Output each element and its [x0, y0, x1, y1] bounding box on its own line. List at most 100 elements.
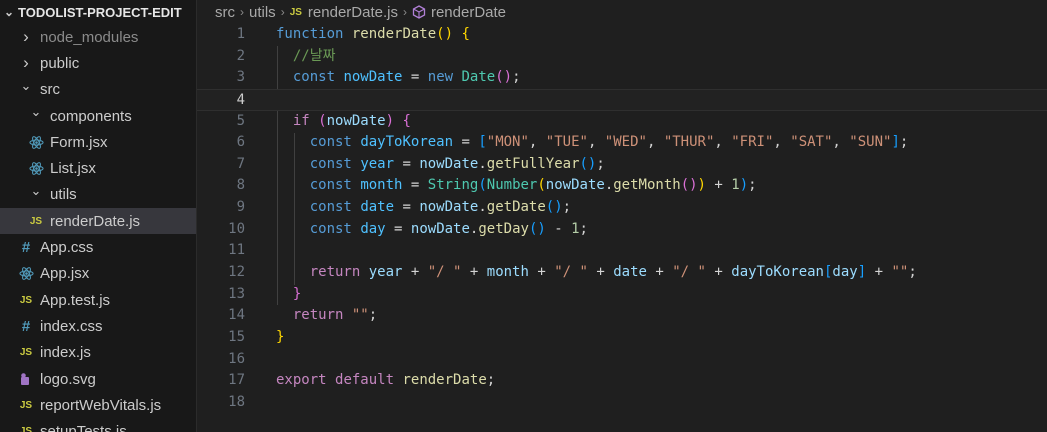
code-token: (: [478, 177, 487, 194]
line-text: }: [276, 284, 301, 306]
code-token: +: [705, 264, 732, 281]
code-area[interactable]: 1 function renderDate() {2 //날짜 3 const no…: [197, 24, 1047, 414]
code-line[interactable]: 13 }: [197, 284, 1047, 306]
project-header[interactable]: ⌄ TODOLIST-PROJECT-EDIT: [0, 0, 196, 24]
line-text: if (nowDate) {: [276, 111, 411, 133]
js-file-icon: JS: [19, 294, 33, 306]
line-number: 5: [236, 112, 245, 129]
react-file-icon: [18, 266, 34, 281]
line-text: const month = String(Number(nowDate.getM…: [276, 175, 757, 197]
code-token: ): [739, 177, 749, 194]
code-line[interactable]: 7 const year = nowDate.getFullYear();: [197, 154, 1047, 176]
line-number: 17: [228, 372, 245, 389]
code-line[interactable]: 4: [197, 88, 1047, 111]
js-file-icon: JS: [29, 215, 43, 227]
css-file-icon: #: [21, 317, 31, 335]
breadcrumb-utils[interactable]: utils: [249, 4, 276, 21]
code-line[interactable]: 9 const date = nowDate.getDate();: [197, 197, 1047, 219]
code-token: const: [309, 155, 352, 172]
tree-folder[interactable]: ⌄ src: [0, 77, 196, 103]
code-line[interactable]: 18: [197, 392, 1047, 414]
code-token: +: [646, 264, 673, 281]
code-token: const: [309, 177, 352, 194]
code-line[interactable]: 15}: [197, 327, 1047, 349]
tree-item-label: components: [50, 107, 132, 125]
code-token: (): [545, 199, 563, 216]
line-number: 6: [236, 134, 245, 151]
code-token: }: [276, 328, 285, 345]
code-line[interactable]: 10 const day = nowDate.getDay() - 1;: [197, 219, 1047, 241]
tree-folder[interactable]: ⌄ utils: [0, 182, 196, 208]
breadcrumb-file[interactable]: renderDate.js: [308, 4, 398, 21]
code-token: ;: [596, 155, 605, 172]
react-file-icon: [28, 161, 44, 176]
code-token: nowDate: [419, 155, 479, 172]
chevron-down-icon: ⌄: [30, 104, 42, 120]
code-token: ;: [562, 199, 572, 216]
code-token: nowDate: [545, 177, 605, 194]
line-number: 13: [228, 285, 245, 302]
tree-file[interactable]: JS renderDate.js: [0, 208, 196, 235]
line-number: 7: [236, 155, 245, 172]
code-token: "/ ": [427, 264, 462, 281]
code-line[interactable]: 16: [197, 349, 1047, 371]
tree-file[interactable]: logo.svg: [0, 366, 196, 392]
chevron-right-icon: ›: [280, 5, 285, 19]
code-token: (): [436, 26, 454, 42]
code-token: ,: [832, 134, 850, 151]
code-token: "THUR": [663, 134, 715, 151]
code-line[interactable]: 14 return "";: [197, 305, 1047, 327]
code-token: +: [705, 177, 732, 194]
code-line[interactable]: 11: [197, 240, 1047, 262]
code-line[interactable]: 12 return year + "/ " + month + "/ " + d…: [197, 262, 1047, 284]
code-token: =: [394, 155, 420, 172]
code-token: nowDate: [419, 199, 479, 216]
breadcrumb-symbol[interactable]: renderDate: [431, 4, 506, 21]
tree-file[interactable]: JS App.test.js: [0, 287, 196, 313]
tree-file[interactable]: Form.jsx: [0, 129, 196, 155]
code-token: (): [495, 69, 513, 86]
breadcrumb-src[interactable]: src: [215, 4, 235, 21]
code-token: new: [427, 69, 454, 86]
explorer-sidebar: ⌄ TODOLIST-PROJECT-EDIT › node_modules › pu…: [0, 0, 197, 432]
tree-file[interactable]: # App.css: [0, 234, 196, 260]
code-token: ;: [486, 372, 496, 389]
code-line[interactable]: 1 function renderDate() {: [197, 24, 1047, 46]
tree-file[interactable]: JS index.js: [0, 340, 196, 366]
code-line[interactable]: 17 export default renderDate;: [197, 370, 1047, 392]
code-token: dayToKorean: [731, 264, 824, 281]
tree-item-label: reportWebVitals.js: [40, 396, 162, 414]
code-line[interactable]: 2 //날짜: [197, 46, 1047, 68]
code-token: ;: [579, 220, 588, 237]
code-line[interactable]: 5 if (nowDate) {: [197, 111, 1047, 133]
code-line[interactable]: 8 const month = String(Number(nowDate.ge…: [197, 175, 1047, 197]
line-text: const day = nowDate.getDay() - 1;: [276, 219, 588, 241]
tree-file[interactable]: App.jsx: [0, 261, 196, 287]
tree-file[interactable]: # index.css: [0, 313, 196, 339]
tree-folder[interactable]: › node_modules: [0, 24, 196, 50]
code-token: (): [528, 220, 546, 237]
tree-file[interactable]: JS setupTests.js: [0, 418, 196, 432]
code-line[interactable]: 6 const dayToKorean = ["MON", "TUE", "WE…: [197, 132, 1047, 154]
code-token: nowDate: [343, 69, 403, 86]
tree-file[interactable]: JS reportWebVitals.js: [0, 392, 196, 418]
code-token: getFullYear: [486, 155, 580, 172]
tree-file[interactable]: List.jsx: [0, 155, 196, 181]
line-number: 9: [236, 199, 245, 216]
code-line[interactable]: 3 const nowDate = new Date();: [197, 67, 1047, 89]
line-text: export default renderDate;: [276, 370, 495, 392]
code-token: ,: [528, 134, 546, 151]
editor-pane: src › utils › JS renderDate.js › renderD…: [197, 0, 1047, 432]
tree-item-label: List.jsx: [50, 160, 96, 178]
tree-folder[interactable]: › public: [0, 50, 196, 76]
tree-folder[interactable]: ⌄ components: [0, 103, 196, 129]
line-number: 1: [236, 26, 245, 42]
code-token: const: [309, 134, 352, 151]
